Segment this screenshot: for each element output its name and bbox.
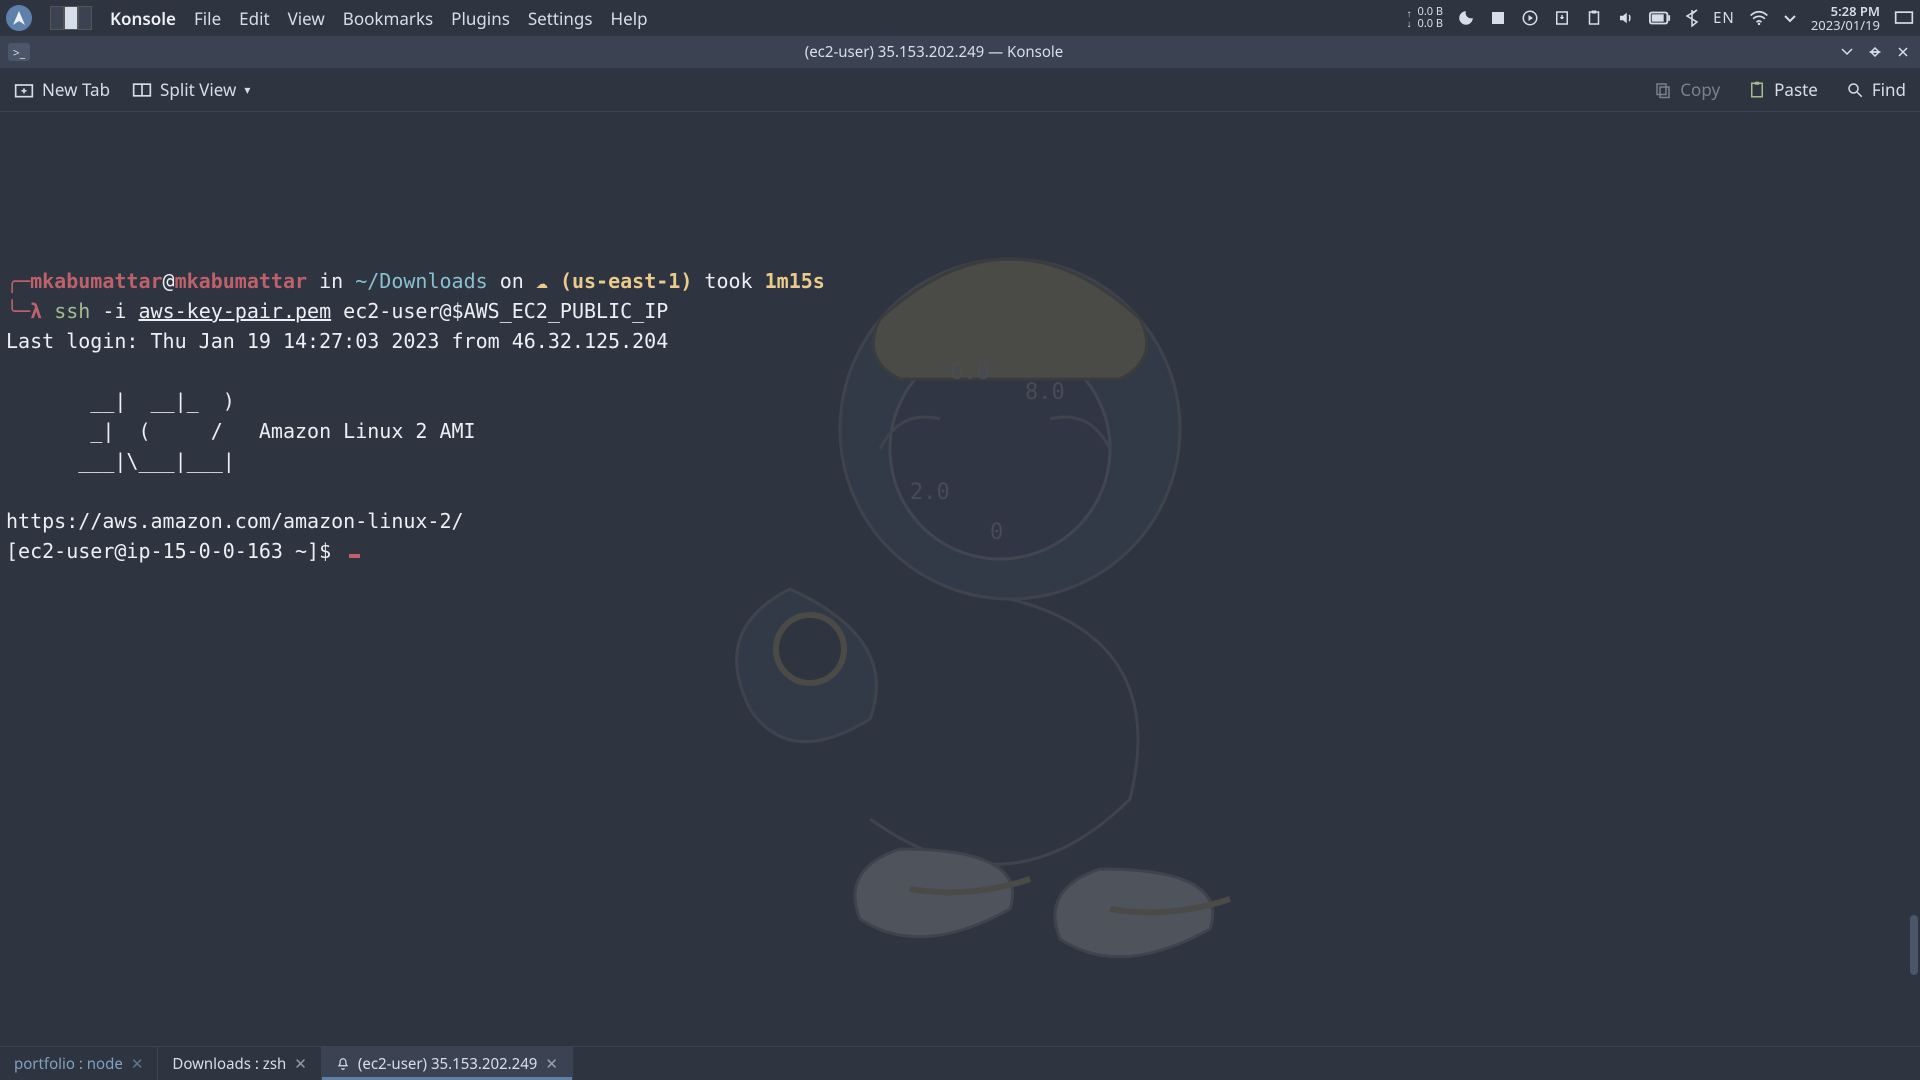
night-color-icon[interactable] (1457, 9, 1475, 27)
activity-switcher[interactable] (50, 6, 92, 30)
copy-label: Copy (1680, 78, 1720, 101)
cloud-icon: ☁ (536, 269, 560, 293)
terminal-content: ╭─mkabumattar@mkabumattar in ~/Downloads… (6, 236, 1914, 596)
menu-plugins[interactable]: Plugins (451, 7, 510, 30)
media-play-icon[interactable] (1521, 9, 1539, 27)
tray-netspeed[interactable]: ↑↓ 0.0 B 0.0 B (1407, 6, 1444, 29)
menu-file[interactable]: File (194, 7, 221, 30)
system-menubar: Konsole File Edit View Bookmarks Plugins… (0, 0, 1920, 36)
session-tabbar: portfolio : node ✕ Downloads : zsh ✕ (ec… (0, 1046, 1920, 1080)
terminal-cursor (349, 554, 360, 558)
tab-close-icon[interactable]: ✕ (545, 1054, 558, 1074)
paste-label: Paste (1774, 78, 1818, 101)
clipboard-icon[interactable] (1585, 9, 1603, 27)
ascii-art-line-2: _| ( / Amazon Linux 2 AMI (6, 419, 476, 443)
tab-label: portfolio : node (14, 1054, 123, 1074)
cmd-ssh: ssh (54, 299, 90, 323)
tab-downloads[interactable]: Downloads : zsh ✕ (158, 1047, 321, 1080)
find-icon (1846, 81, 1864, 99)
tab-portfolio[interactable]: portfolio : node ✕ (0, 1047, 158, 1080)
prompt-path: ~/Downloads (355, 269, 487, 293)
updates-icon[interactable] (1553, 9, 1571, 27)
prompt-user: mkabumattar (30, 269, 162, 293)
clock[interactable]: 5:28 PM 2023/01/19 (1811, 4, 1880, 33)
bluetooth-icon[interactable] (1685, 9, 1699, 27)
terminal-view[interactable]: BOOST 6.0 8.0 2.0 0 ╭─m (0, 112, 1920, 1046)
prompt-region: (us-east-1) (560, 269, 692, 293)
tab-label: (ec2-user) 35.153.202.249 (358, 1054, 538, 1074)
split-view-icon (132, 81, 152, 99)
close-button[interactable] (1894, 43, 1912, 61)
copy-icon (1654, 81, 1672, 99)
toolbar: New Tab Split View ▾ Copy Paste Find (0, 68, 1920, 112)
app-name: Konsole (110, 7, 176, 30)
new-tab-button[interactable]: New Tab (14, 78, 110, 101)
menu-bookmarks[interactable]: Bookmarks (343, 7, 433, 30)
ascii-art-line-1: __| __|_ ) (6, 389, 235, 413)
prompt-took: took (692, 269, 764, 293)
expand-tray-icon[interactable] (1783, 11, 1797, 25)
chevron-down-icon: ▾ (244, 81, 250, 98)
tab-close-icon[interactable]: ✕ (131, 1054, 144, 1074)
tab-ec2-user[interactable]: (ec2-user) 35.153.202.249 ✕ (322, 1047, 573, 1080)
aws-url-line: https://aws.amazon.com/amazon-linux-2/ (6, 509, 464, 533)
wifi-icon[interactable] (1749, 10, 1769, 26)
battery-icon[interactable] (1649, 11, 1671, 25)
cmd-flags: -i (90, 299, 138, 323)
session-icon[interactable]: >_ (8, 43, 30, 61)
terminal-scrollbar[interactable] (1910, 915, 1918, 975)
menu-edit[interactable]: Edit (239, 7, 269, 30)
prompt-at: @ (163, 269, 175, 293)
prompt-host: mkabumattar (175, 269, 307, 293)
find-button[interactable]: Find (1846, 78, 1906, 101)
window-title: (ec2-user) 35.153.202.249 — Konsole (40, 42, 1828, 62)
net-down-value: 0.0 B (1418, 18, 1444, 30)
menu-view[interactable]: View (288, 7, 325, 30)
prompt-duration: 1m15s (765, 269, 825, 293)
cmd-rest: ec2-user@$AWS_EC2_PUBLIC_IP (331, 299, 668, 323)
app-logo-icon[interactable] (6, 5, 32, 31)
prompt-on: on (488, 269, 536, 293)
paste-icon (1748, 81, 1766, 99)
copy-button[interactable]: Copy (1654, 78, 1720, 101)
split-view-label: Split View (160, 78, 236, 101)
find-label: Find (1872, 78, 1906, 101)
maximize-button[interactable] (1866, 43, 1884, 61)
new-tab-icon (14, 81, 34, 99)
last-login-line: Last login: Thu Jan 19 14:27:03 2023 fro… (6, 329, 668, 353)
menu-help[interactable]: Help (611, 7, 648, 30)
show-desktop-icon[interactable] (1894, 10, 1914, 26)
minimize-button[interactable] (1838, 43, 1856, 61)
volume-icon[interactable] (1617, 9, 1635, 27)
tab-label: Downloads : zsh (172, 1054, 286, 1074)
prompt-in: in (307, 269, 355, 293)
ascii-art-line-3: ___|\___|___| (6, 449, 235, 473)
new-tab-label: New Tab (42, 78, 110, 101)
prompt-lambda: λ (30, 299, 54, 323)
menu-settings[interactable]: Settings (528, 7, 593, 30)
bell-icon (336, 1057, 350, 1071)
tray-square-icon[interactable] (1489, 9, 1507, 27)
ec2-prompt: [ec2-user@ip-15-0-0-163 ~]$ (6, 539, 343, 563)
split-view-button[interactable]: Split View ▾ (132, 78, 250, 101)
clock-date: 2023/01/19 (1811, 18, 1880, 32)
cmd-keyfile: aws-key-pair.pem (138, 299, 331, 323)
window-titlebar[interactable]: >_ (ec2-user) 35.153.202.249 — Konsole (0, 36, 1920, 68)
paste-button[interactable]: Paste (1748, 78, 1818, 101)
tab-close-icon[interactable]: ✕ (294, 1054, 307, 1074)
keyboard-layout-indicator[interactable]: EN (1713, 8, 1735, 28)
